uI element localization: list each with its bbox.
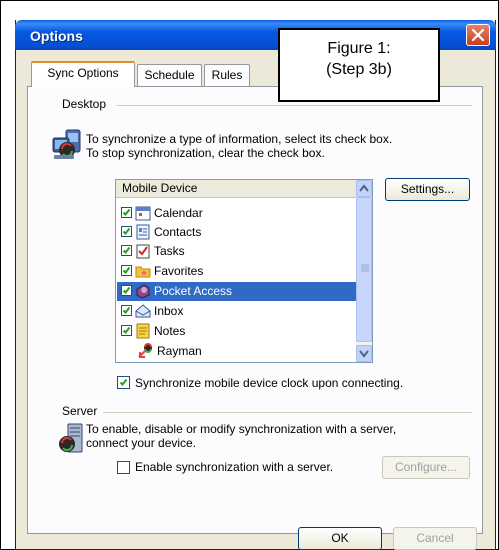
list-item-label: Calendar	[154, 206, 203, 220]
tab-rules[interactable]: Rules	[204, 64, 250, 86]
settings-button-label: Settings...	[400, 182, 455, 196]
list-item-calendar[interactable]: Calendar	[117, 204, 356, 223]
notes-icon	[135, 323, 151, 339]
checkmark-icon	[122, 306, 131, 314]
checkmark-icon	[122, 266, 131, 274]
grip-icon	[361, 264, 369, 272]
desktop-sync-icon	[50, 128, 84, 162]
cancel-button[interactable]: Cancel	[393, 527, 477, 550]
checkbox-tasks[interactable]	[121, 245, 132, 256]
enable-server-sync-checkbox[interactable]	[117, 461, 130, 474]
tab-sync-options[interactable]: Sync Options	[31, 61, 135, 87]
favorites-folder-icon	[135, 263, 151, 279]
list-item-label: Rayman	[157, 344, 202, 358]
list-item-label: Notes	[154, 324, 186, 338]
ok-button[interactable]: OK	[298, 527, 382, 550]
list-item-label: Contacts	[154, 225, 202, 239]
list-item-notes[interactable]: Notes	[117, 322, 356, 341]
checkbox-contacts[interactable]	[121, 226, 132, 237]
server-group-divider	[103, 412, 472, 413]
server-instructions-line2: connect your device.	[86, 436, 197, 450]
list-item-label: Inbox	[154, 304, 184, 318]
desktop-instructions-line1: To synchronize a type of information, se…	[86, 132, 393, 146]
checkbox-pocket-access[interactable]	[121, 285, 132, 296]
rayman-icon	[137, 343, 153, 359]
close-button[interactable]	[466, 24, 490, 46]
checkmark-icon	[122, 326, 131, 334]
server-group-label: Server	[62, 404, 98, 418]
scroll-thumb[interactable]	[356, 197, 372, 342]
server-sync-icon	[56, 422, 86, 456]
desktop-instructions-line2: To stop synchronization, clear the check…	[86, 146, 325, 160]
list-item-contacts[interactable]: Contacts	[117, 223, 356, 242]
checkbox-calendar[interactable]	[121, 207, 132, 218]
chevron-down-icon	[359, 350, 369, 358]
list-item-label: Pocket Access	[154, 284, 233, 298]
checkmark-icon	[122, 208, 131, 216]
contacts-icon	[135, 224, 151, 240]
cancel-button-label: Cancel	[416, 531, 454, 545]
checkbox-inbox[interactable]	[121, 305, 132, 316]
checkbox-notes[interactable]	[121, 325, 132, 336]
window-title: Options	[30, 28, 83, 44]
list-item-pocket-access[interactable]: Pocket Access	[117, 282, 356, 301]
sync-clock-checkbox[interactable]	[117, 376, 130, 389]
checkbox-favorites[interactable]	[121, 265, 132, 276]
checkmark-icon	[122, 286, 131, 294]
list-item-tasks[interactable]: Tasks	[117, 242, 356, 261]
list-item-label: Tasks	[154, 244, 185, 258]
list-item-label: Favorites	[154, 264, 204, 278]
desktop-group-label: Desktop	[62, 97, 107, 111]
chevron-up-icon	[359, 184, 369, 192]
desktop-group-divider	[116, 105, 472, 106]
checkmark-icon	[122, 227, 131, 235]
tasks-icon	[135, 243, 151, 259]
checkmark-icon	[122, 246, 131, 254]
figure-caption-line1: Figure 1:	[327, 40, 391, 57]
calendar-icon	[135, 205, 151, 221]
list-item-inbox[interactable]: Inbox	[117, 302, 356, 321]
server-instructions-line1: To enable, disable or modify synchroniza…	[86, 422, 397, 436]
scroll-down-button[interactable]	[356, 345, 372, 362]
close-icon	[471, 28, 485, 42]
configure-button-label: Configure...	[394, 460, 458, 474]
figure-caption-line2: (Step 3b)	[326, 61, 392, 78]
pocket-access-icon	[135, 283, 151, 299]
inbox-icon	[135, 303, 151, 319]
ok-button-label: OK	[331, 531, 349, 545]
sync-clock-label[interactable]: Synchronize mobile device clock upon con…	[135, 376, 403, 390]
configure-button[interactable]: Configure...	[382, 456, 470, 479]
settings-button[interactable]: Settings...	[385, 178, 470, 201]
tab-schedule[interactable]: Schedule	[137, 64, 202, 86]
list-column-header[interactable]: Mobile Device	[116, 180, 356, 198]
list-item-favorites[interactable]: Favorites	[117, 262, 356, 281]
list-item-rayman[interactable]: Rayman	[117, 342, 356, 361]
checkmark-icon	[119, 378, 128, 386]
scroll-up-button[interactable]	[356, 180, 372, 197]
figure-caption-box: Figure 1: (Step 3b)	[278, 28, 440, 102]
enable-server-sync-label[interactable]: Enable synchronization with a server.	[135, 460, 333, 474]
